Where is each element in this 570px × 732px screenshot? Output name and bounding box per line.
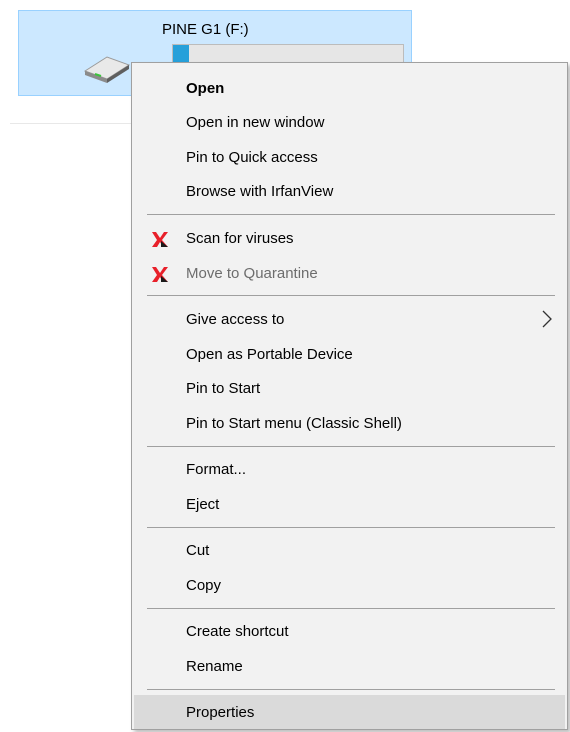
menu-item-label: Open as Portable Device	[186, 345, 353, 363]
menu-item-pin-to-start-menu-classic-shell[interactable]: Pin to Start menu (Classic Shell)	[134, 406, 565, 440]
kaspersky-icon	[152, 267, 168, 282]
menu-item-label: Open	[186, 79, 225, 97]
menu-separator	[147, 446, 555, 447]
kaspersky-icon	[152, 232, 168, 247]
menu-item-label: Eject	[186, 495, 220, 513]
drive-name: PINE G1 (F:)	[162, 21, 249, 38]
menu-item-label: Move to Quarantine	[186, 264, 318, 282]
menu-item-cut[interactable]: Cut	[134, 533, 565, 567]
menu-item-label: Browse with IrfanView	[186, 182, 334, 200]
menu-item-label: Pin to Start menu (Classic Shell)	[186, 414, 402, 432]
menu-item-label: Copy	[186, 576, 222, 594]
menu-item-rename[interactable]: Rename	[134, 649, 565, 683]
menu-separator	[147, 527, 555, 528]
menu-item-label: Pin to Quick access	[186, 148, 318, 166]
menu-separator	[147, 608, 555, 609]
menu-item-label: Scan for viruses	[186, 229, 294, 247]
menu-item-label: Open in new window	[186, 113, 325, 131]
menu-item-pin-to-quick-access[interactable]: Pin to Quick access	[134, 140, 565, 174]
menu-item-copy[interactable]: Copy	[134, 568, 565, 602]
menu-item-move-to-quarantine: Move to Quarantine	[134, 256, 565, 290]
menu-item-label: Format...	[186, 460, 247, 478]
menu-item-pin-to-start[interactable]: Pin to Start	[134, 371, 565, 405]
menu-item-label: Rename	[186, 657, 243, 675]
chevron-right-icon	[542, 310, 552, 328]
menu-item-format[interactable]: Format...	[134, 452, 565, 486]
menu-separator	[147, 689, 555, 690]
menu-item-create-shortcut[interactable]: Create shortcut	[134, 614, 565, 648]
view-divider	[10, 123, 132, 124]
menu-item-scan-for-viruses[interactable]: Scan for viruses	[134, 221, 565, 255]
menu-item-label: Create shortcut	[186, 622, 289, 640]
menu-separator	[147, 295, 555, 296]
drive-icon	[83, 56, 131, 83]
menu-item-browse-with-irfanview[interactable]: Browse with IrfanView	[134, 174, 565, 208]
menu-item-label: Give access to	[186, 310, 285, 328]
menu-item-open-as-portable-device[interactable]: Open as Portable Device	[134, 337, 565, 371]
menu-item-open-in-new-window[interactable]: Open in new window	[134, 105, 565, 139]
menu-item-label: Pin to Start	[186, 379, 261, 397]
menu-separator	[147, 214, 555, 215]
context-menu: Open Open in new window Pin to Quick acces…	[131, 62, 568, 730]
menu-item-label: Properties	[186, 703, 255, 721]
menu-item-eject[interactable]: Eject	[134, 487, 565, 521]
menu-item-open[interactable]: Open	[134, 71, 565, 105]
menu-item-label: Cut	[186, 541, 210, 559]
menu-item-properties[interactable]: Properties	[134, 695, 565, 729]
menu-item-give-access-to[interactable]: Give access to	[134, 302, 565, 336]
